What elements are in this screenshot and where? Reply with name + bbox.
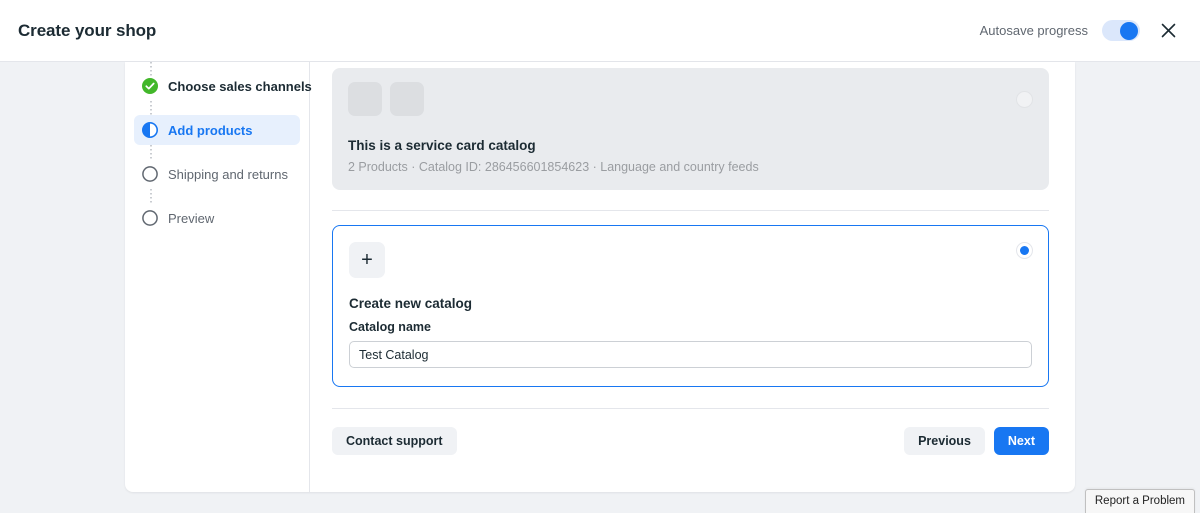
autosave-label: Autosave progress <box>980 23 1088 38</box>
footer-nav-buttons: Previous Next <box>904 427 1049 455</box>
sidebar-item-choose-sales-channels[interactable]: Choose sales channels <box>134 71 300 101</box>
section-divider <box>332 210 1049 211</box>
thumbnail-placeholder <box>390 82 424 116</box>
wizard-content: This is a service card catalog 2 Product… <box>310 62 1075 492</box>
catalog-name-input[interactable] <box>349 341 1032 368</box>
catalog-option-new[interactable]: + Create new catalog Catalog name <box>332 225 1049 387</box>
contact-support-button[interactable]: Contact support <box>332 427 457 455</box>
empty-circle-icon <box>142 166 158 182</box>
radio-new-catalog[interactable] <box>1016 242 1033 259</box>
report-a-problem-button[interactable]: Report a Problem <box>1085 489 1195 513</box>
step-connector <box>150 145 152 159</box>
wizard-panel: Choose sales channels Add products <box>125 62 1075 492</box>
previous-button[interactable]: Previous <box>904 427 985 455</box>
header-actions: Autosave progress <box>980 17 1182 45</box>
app-header: Create your shop Autosave progress <box>0 0 1200 62</box>
sidebar-item-label: Shipping and returns <box>168 167 288 182</box>
new-catalog-title: Create new catalog <box>349 296 1032 311</box>
thumbnail-placeholder <box>348 82 382 116</box>
sidebar-item-shipping-and-returns[interactable]: Shipping and returns <box>134 159 300 189</box>
radio-existing-catalog[interactable] <box>1016 91 1033 108</box>
catalog-name-label: Catalog name <box>349 320 1032 334</box>
next-button[interactable]: Next <box>994 427 1049 455</box>
page-title: Create your shop <box>18 21 156 41</box>
wizard-sidebar: Choose sales channels Add products <box>125 62 310 492</box>
catalog-thumbnails <box>348 82 1033 116</box>
sidebar-item-preview[interactable]: Preview <box>134 203 300 233</box>
toggle-knob <box>1120 22 1138 40</box>
sidebar-item-label: Choose sales channels <box>168 79 312 94</box>
sidebar-item-add-products[interactable]: Add products <box>134 115 300 145</box>
sidebar-item-label: Add products <box>168 123 253 138</box>
step-connector <box>150 189 152 203</box>
autosave-toggle[interactable] <box>1102 20 1140 41</box>
catalog-option-existing[interactable]: This is a service card catalog 2 Product… <box>332 68 1049 190</box>
catalog-meta: 2 Products · Catalog ID: 286456601854623… <box>348 160 1033 174</box>
half-circle-icon <box>142 122 158 138</box>
sidebar-item-label: Preview <box>168 211 214 226</box>
step-connector <box>150 101 152 115</box>
plus-icon: + <box>349 242 385 278</box>
check-circle-icon <box>142 78 158 94</box>
empty-circle-icon <box>142 210 158 226</box>
footer-divider <box>332 408 1049 409</box>
wizard-footer: Contact support Previous Next <box>332 427 1049 455</box>
catalog-title: This is a service card catalog <box>348 138 1033 153</box>
close-icon[interactable] <box>1154 17 1182 45</box>
